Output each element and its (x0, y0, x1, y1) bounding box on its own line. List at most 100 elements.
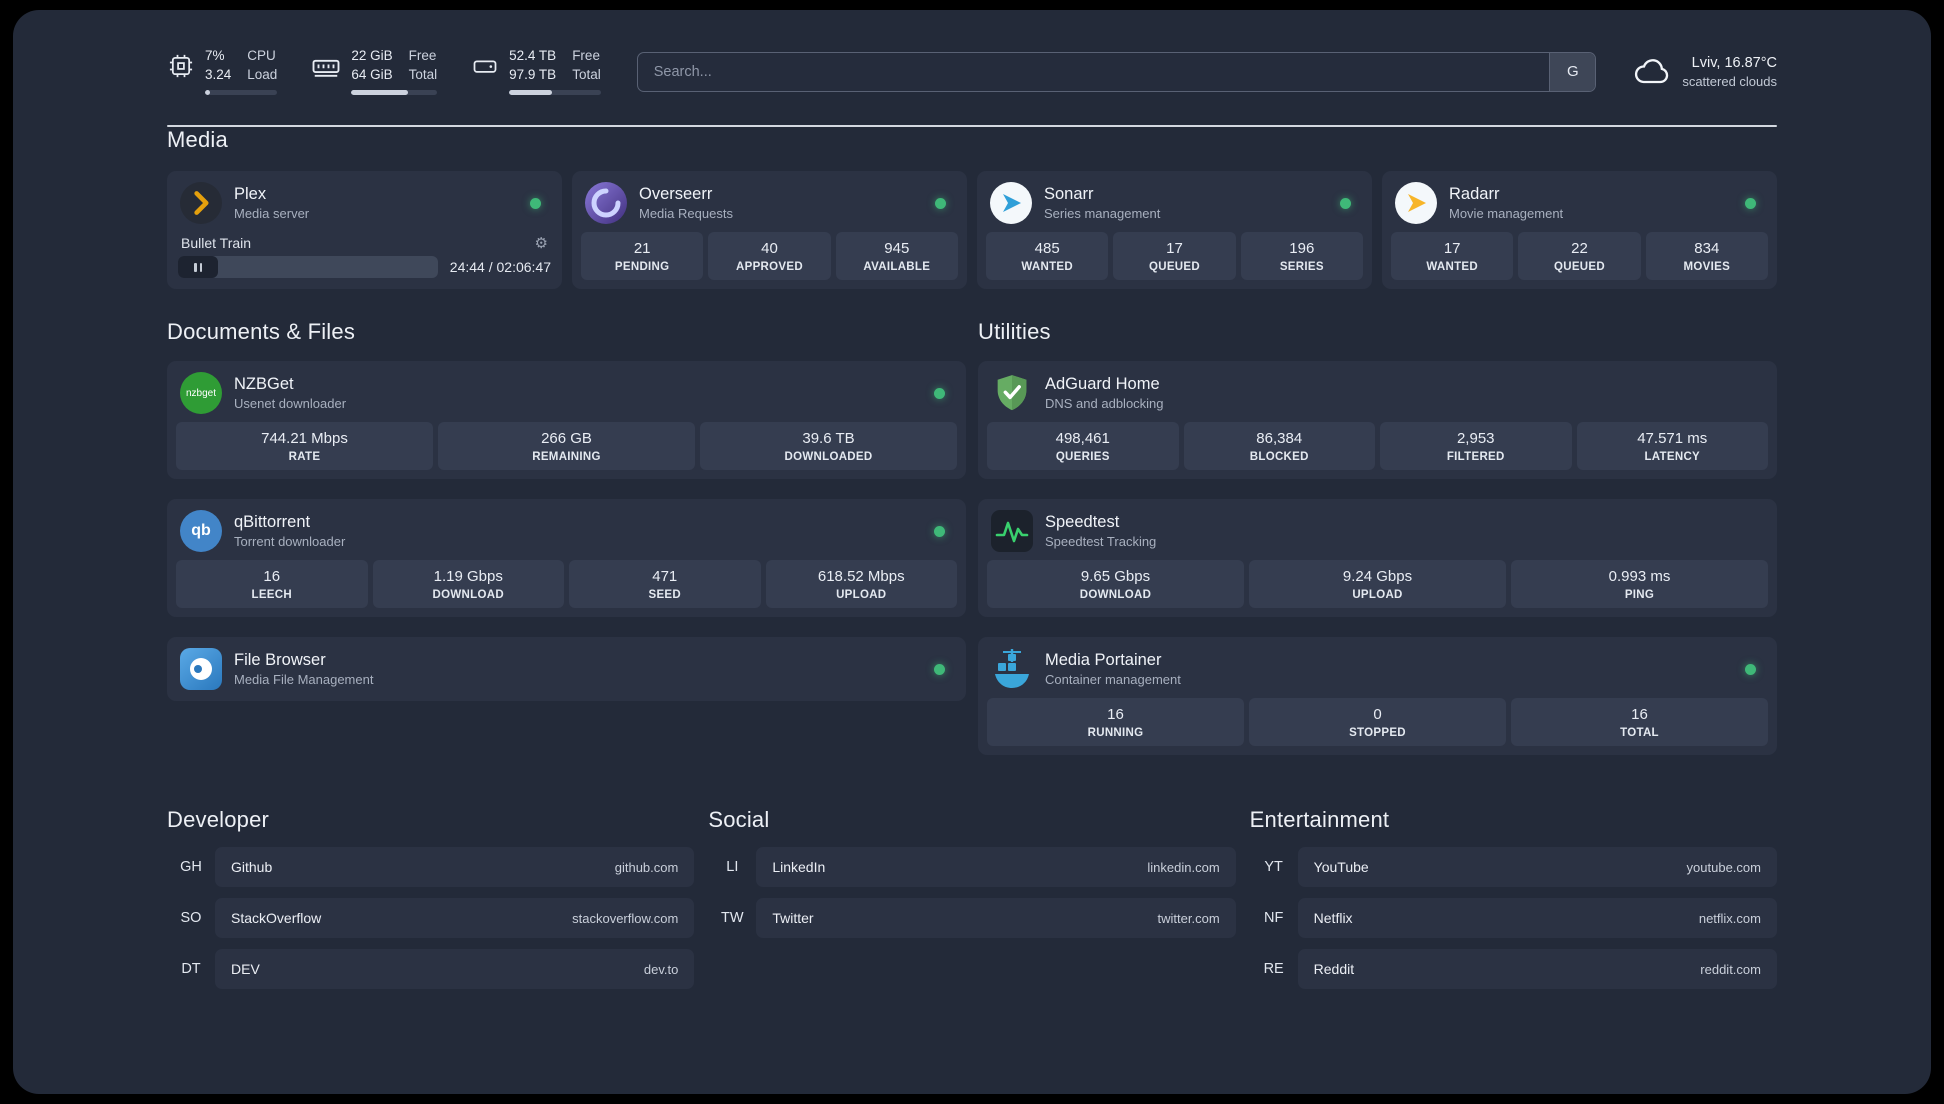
bookmark-name: YouTube (1313, 859, 1369, 876)
stat-tile: 40 APPROVED (708, 232, 831, 281)
nzbget-icon: nzbget (180, 372, 222, 415)
stat-tile: 196 SERIES (1240, 232, 1363, 281)
search-bar: G (636, 51, 1597, 92)
bookmark-abbr: GH (180, 859, 202, 876)
app-card-plex[interactable]: Plex Media server Bullet Train ⚙ 24:44 /… (167, 171, 562, 290)
portainer-icon (991, 648, 1033, 690)
bookmark-name: Reddit (1313, 961, 1355, 978)
app-card-radarr[interactable]: Radarr Movie management 17 WANTED 22 QUE… (1382, 171, 1777, 290)
bookmark-abbr: DT (181, 961, 201, 978)
cpu-load-label: Load (247, 67, 278, 83)
stat-tile: 2,953 FILTERED (1380, 422, 1572, 471)
bookmarks-developer: Developer GH Github github.com SO StackO… (167, 807, 695, 1000)
section-title-social: Social (708, 807, 770, 833)
status-dot (530, 197, 541, 209)
search-engine-button[interactable]: G (1549, 52, 1596, 91)
bookmark-row: RE Reddit reddit.com (1250, 949, 1777, 990)
bookmark-row: SO StackOverflow stackoverflow.com (167, 898, 695, 939)
stat-label: QUERIES (1055, 451, 1110, 464)
bookmark-netflix[interactable]: Netflix netflix.com (1297, 898, 1777, 939)
app-card-speedtest[interactable]: Speedtest Speedtest Tracking 9.65 Gbps D… (978, 499, 1777, 618)
app-desc: Series management (1044, 206, 1161, 222)
stat-label: RATE (288, 451, 321, 464)
bookmark-row: LI LinkedIn linkedin.com (708, 847, 1236, 888)
stat-value: 618.52 Mbps (817, 568, 905, 586)
gear-icon[interactable]: ⚙ (535, 234, 548, 252)
stat-tile: 16 TOTAL (1511, 698, 1768, 747)
memory-widget: 22 GiB 64 GiB Free Total (311, 48, 438, 96)
status-dot (934, 525, 945, 537)
app-desc: Media Requests (639, 206, 733, 222)
stat-label: QUEUED (1553, 261, 1605, 274)
bookmark-url: youtube.com (1686, 859, 1761, 875)
playback-time: 24:44 / 02:06:47 (449, 259, 551, 276)
stat-value: 266 GB (541, 430, 592, 448)
bookmark-name: LinkedIn (772, 859, 826, 876)
app-card-nzbget[interactable]: nzbget NZBGet Usenet downloader 744.21 M… (167, 361, 966, 480)
app-name: qBittorrent (234, 513, 311, 532)
status-dot (1340, 197, 1351, 209)
stat-tile: 86,384 BLOCKED (1183, 422, 1375, 471)
top-bar: 7% 3.24 CPU Load 22 GiB 64 GiB Free Tota… (167, 48, 1777, 96)
utilities-column: Utilities AdGuard Home DNS and adblockin… (978, 319, 1777, 756)
bookmark-twitter[interactable]: Twitter twitter.com (756, 898, 1236, 939)
app-desc: Movie management (1449, 206, 1564, 222)
documents-card-stack: nzbget NZBGet Usenet downloader 744.21 M… (167, 361, 966, 702)
stat-tile: 498,461 QUERIES (987, 422, 1179, 471)
bookmark-github[interactable]: Github github.com (215, 847, 695, 888)
section-title-developer: Developer (167, 807, 270, 833)
section-title-documents: Documents & Files (167, 319, 356, 345)
stat-tile: 0.993 ms PING (1511, 560, 1768, 609)
app-desc: Torrent downloader (234, 534, 346, 550)
search-input[interactable] (637, 52, 1550, 91)
app-card-overseerr[interactable]: Overseerr Media Requests 21 PENDING 40 A… (572, 171, 967, 290)
bookmark-youtube[interactable]: YouTube youtube.com (1297, 847, 1777, 888)
section-title-media: Media (167, 127, 228, 153)
stat-label: BLOCKED (1249, 451, 1309, 464)
dashboard-page: 7% 3.24 CPU Load 22 GiB 64 GiB Free Tota… (13, 10, 1931, 1094)
cpu-widget: 7% 3.24 CPU Load (167, 48, 278, 96)
bookmark-stackoverflow[interactable]: StackOverflow stackoverflow.com (215, 898, 695, 939)
app-card-adguard[interactable]: AdGuard Home DNS and adblocking 498,461 … (978, 361, 1777, 480)
stat-value: 16 (1631, 706, 1648, 724)
stats-row: 744.21 Mbps RATE 266 GB REMAINING 39.6 T… (176, 422, 957, 471)
bookmarks-entertainment: Entertainment YT YouTube youtube.com NF … (1250, 807, 1777, 1000)
stat-value: 485 (1034, 240, 1060, 258)
disk-free-value: 52.4 TB (509, 48, 557, 63)
card-header: File Browser Media File Management (176, 646, 957, 692)
bookmark-dev[interactable]: DEV dev.to (215, 949, 695, 990)
bookmark-reddit[interactable]: Reddit reddit.com (1297, 949, 1777, 990)
app-card-filebrowser[interactable]: File Browser Media File Management (167, 637, 966, 702)
cpu-progress-bar (205, 90, 278, 96)
card-header: Media Portainer Container management (987, 646, 1768, 698)
stat-label: DOWNLOAD (1079, 589, 1152, 602)
app-desc: Container management (1045, 672, 1181, 688)
stat-label: SERIES (1279, 261, 1324, 274)
stat-tile: 0 STOPPED (1249, 698, 1506, 747)
status-dot (934, 387, 945, 399)
stat-label: DOWNLOADED (784, 451, 873, 464)
stat-label: RUNNING (1087, 727, 1144, 740)
cpu-load-value: 3.24 (205, 67, 232, 83)
stats-row: 485 WANTED 17 QUEUED 196 SERIES (986, 232, 1363, 281)
stat-tile: 1.19 Gbps DOWNLOAD (372, 560, 564, 609)
app-card-sonarr[interactable]: Sonarr Series management 485 WANTED 17 Q… (977, 171, 1372, 290)
stat-value: 498,461 (1055, 430, 1110, 448)
app-card-qbittorrent[interactable]: qb qBittorrent Torrent downloader 16 LEE… (167, 499, 966, 618)
bookmark-name: Github (231, 859, 273, 876)
pause-button[interactable] (178, 256, 218, 279)
stat-tile: 16 RUNNING (987, 698, 1244, 747)
app-desc: DNS and adblocking (1045, 396, 1164, 412)
bookmark-row: TW Twitter twitter.com (708, 898, 1236, 939)
playback-progress-bar[interactable] (178, 256, 438, 279)
stat-label: LEECH (251, 589, 292, 602)
card-header: nzbget NZBGet Usenet downloader (176, 370, 957, 422)
disk-free-label: Free (572, 48, 600, 63)
app-card-portainer[interactable]: Media Portainer Container management 16 … (978, 637, 1777, 756)
disk-icon (473, 60, 497, 73)
app-name: Media Portainer (1045, 651, 1162, 670)
bookmark-linkedin[interactable]: LinkedIn linkedin.com (756, 847, 1236, 888)
app-name: NZBGet (234, 375, 294, 394)
cpu-label: CPU (247, 48, 276, 63)
bookmark-row: GH Github github.com (167, 847, 695, 888)
